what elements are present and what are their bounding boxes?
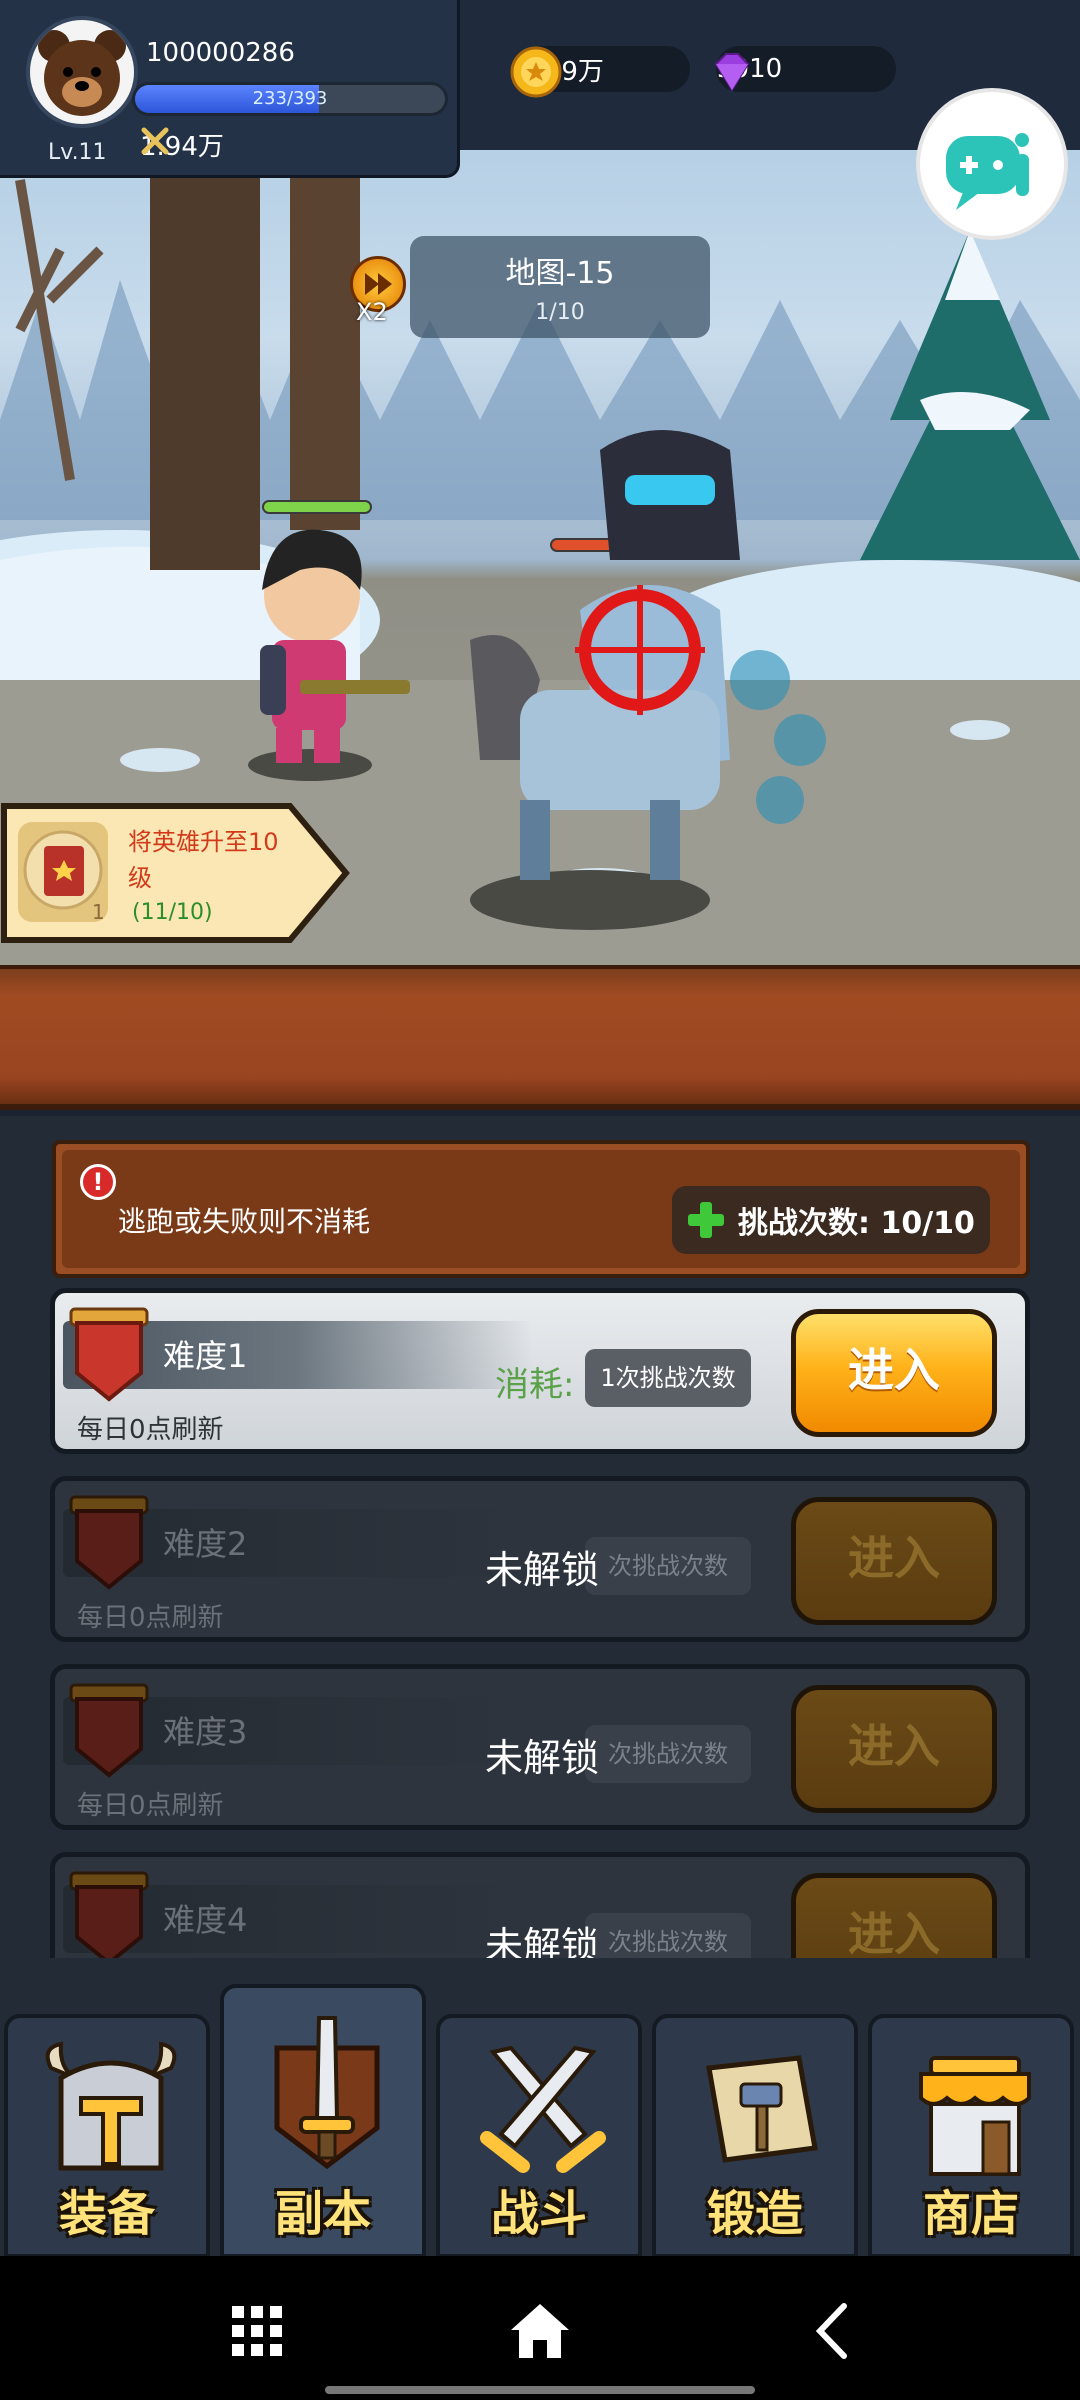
back-button[interactable] bbox=[800, 2296, 870, 2366]
map-panel: 地图-15 1/10 bbox=[410, 236, 710, 338]
helmet-icon bbox=[45, 2041, 177, 2171]
tab-label: 商店 bbox=[922, 2186, 1019, 2242]
cost-value: 次挑战次数 bbox=[585, 1725, 751, 1783]
locked-label: 未解锁 bbox=[485, 1548, 600, 1592]
gem-counter[interactable]: 9010 bbox=[714, 46, 896, 92]
system-nav-bar bbox=[0, 2256, 1080, 2400]
recent-apps-button[interactable] bbox=[222, 2296, 292, 2366]
purple-gem-icon bbox=[714, 53, 750, 92]
difficulty-name: 难度2 bbox=[163, 1525, 248, 1563]
gesture-handle bbox=[325, 2386, 755, 2394]
challenge-count: 挑战次数: 10/10 bbox=[738, 1206, 975, 1241]
difficulty-name: 难度3 bbox=[163, 1713, 248, 1751]
shop-icon bbox=[919, 2056, 1031, 2176]
locked-label: 未解锁 bbox=[485, 1736, 600, 1780]
enter-button[interactable]: 进入 bbox=[791, 1873, 997, 1958]
player-level: Lv.11 bbox=[48, 140, 107, 165]
sword-shield-icon bbox=[274, 2016, 380, 2170]
difficulty-row: 难度1 每日0点刷新 消耗: 1次挑战次数 进入 bbox=[50, 1288, 1030, 1454]
bottom-tab-bar: 装备 副本 战斗 锻造 商店 bbox=[0, 1984, 1080, 2258]
xp-text: 233/393 bbox=[252, 88, 328, 109]
cost-value: 次挑战次数 bbox=[585, 1537, 751, 1595]
tab-equipment[interactable]: 装备 bbox=[4, 2014, 210, 2258]
cost-label: 消耗: bbox=[495, 1365, 575, 1405]
refresh-note: 每日0点刷新 bbox=[77, 1415, 224, 1445]
difficulty-row: 难度2 每日0点刷新 次挑战次数 未解锁 进入 bbox=[50, 1476, 1030, 1642]
difficulty-row: 难度4 次挑战次数 未解锁 进入 bbox=[50, 1852, 1030, 1958]
tab-dungeon[interactable]: 副本 bbox=[220, 1984, 426, 2258]
battle-scene: Lv.11 100000286 233/393 1.94万 4.19万 9010… bbox=[0, 0, 1080, 965]
crossed-swords-small-icon bbox=[141, 127, 169, 155]
combat-power: 1.94万 bbox=[140, 126, 224, 163]
refresh-note: 每日0点刷新 bbox=[77, 1791, 224, 1821]
crossed-swords-icon bbox=[480, 2045, 606, 2173]
cost-value: 1次挑战次数 bbox=[585, 1349, 751, 1407]
bear-avatar-icon bbox=[38, 30, 126, 116]
profile-panel[interactable]: Lv.11 100000286 233/393 1.94万 bbox=[0, 0, 460, 178]
difficulty-list[interactable]: 难度1 每日0点刷新 消耗: 1次挑战次数 进入 难度2 每日0点刷新 次挑战次… bbox=[50, 1288, 1030, 1958]
warning-icon: ! bbox=[80, 1164, 116, 1200]
back-chevron-icon bbox=[815, 2303, 847, 2359]
gold-counter[interactable]: 4.19万 bbox=[510, 46, 690, 98]
difficulty-name: 难度4 bbox=[163, 1901, 248, 1939]
refresh-note: 每日0点刷新 bbox=[77, 1603, 224, 1633]
gold-coin-icon bbox=[510, 46, 562, 98]
dungeon-notice: 逃跑或失败则不消耗 bbox=[118, 1205, 371, 1238]
player-id: 100000286 bbox=[146, 38, 295, 68]
tab-forge[interactable]: 锻造 bbox=[652, 2014, 858, 2258]
difficulty-shield-icon bbox=[69, 1307, 149, 1402]
difficulty-shield-icon bbox=[69, 1495, 149, 1590]
wave-progress: 1/10 bbox=[535, 300, 585, 325]
home-icon bbox=[511, 2304, 569, 2358]
quest-panel[interactable]: 1 将英雄升至10级 (11/10) bbox=[0, 800, 350, 946]
tab-label: 副本 bbox=[274, 2186, 371, 2242]
quest-progress: (11/10) bbox=[132, 900, 213, 925]
enter-button[interactable]: 进入 bbox=[791, 1685, 997, 1813]
challenge-counter[interactable]: 挑战次数: 10/10 bbox=[672, 1186, 990, 1254]
tab-battle[interactable]: 战斗 bbox=[436, 2014, 642, 2258]
difficulty-name: 难度1 bbox=[163, 1337, 248, 1375]
dungeon-info-inner: ! 逃跑或失败则不消耗 挑战次数: 10/10 bbox=[62, 1150, 1020, 1268]
quest-reward-count: 1 bbox=[92, 900, 105, 924]
speed-label: X2 bbox=[356, 298, 388, 326]
difficulty-shield-icon bbox=[69, 1871, 149, 1958]
avatar[interactable] bbox=[26, 16, 138, 128]
tab-label: 装备 bbox=[58, 2186, 155, 2242]
tab-label: 锻造 bbox=[706, 2186, 803, 2242]
scroll-hammer-icon bbox=[706, 2055, 818, 2163]
tab-shop[interactable]: 商店 bbox=[868, 2014, 1074, 2258]
dungeon-info-bar: ! 逃跑或失败则不消耗 挑战次数: 10/10 bbox=[52, 1140, 1030, 1278]
locked-label: 未解锁 bbox=[485, 1924, 600, 1958]
xp-bar: 233/393 bbox=[132, 82, 448, 116]
plus-icon bbox=[688, 1202, 724, 1238]
home-button[interactable] bbox=[505, 2296, 575, 2366]
tab-label: 战斗 bbox=[490, 2186, 587, 2242]
cost-value: 次挑战次数 bbox=[585, 1913, 751, 1958]
map-title: 地图-15 bbox=[505, 256, 615, 291]
game-center-button[interactable] bbox=[920, 92, 1064, 236]
recent-apps-icon bbox=[232, 2306, 282, 2356]
enter-button[interactable]: 进入 bbox=[791, 1497, 997, 1625]
difficulty-shield-icon bbox=[69, 1683, 149, 1778]
quest-text: 将英雄升至10级 bbox=[128, 828, 279, 892]
difficulty-row: 难度3 每日0点刷新 次挑战次数 未解锁 进入 bbox=[50, 1664, 1030, 1830]
wooden-divider bbox=[0, 965, 1080, 1110]
gamepad-logo-icon bbox=[946, 133, 1029, 210]
enter-button[interactable]: 进入 bbox=[791, 1309, 997, 1437]
